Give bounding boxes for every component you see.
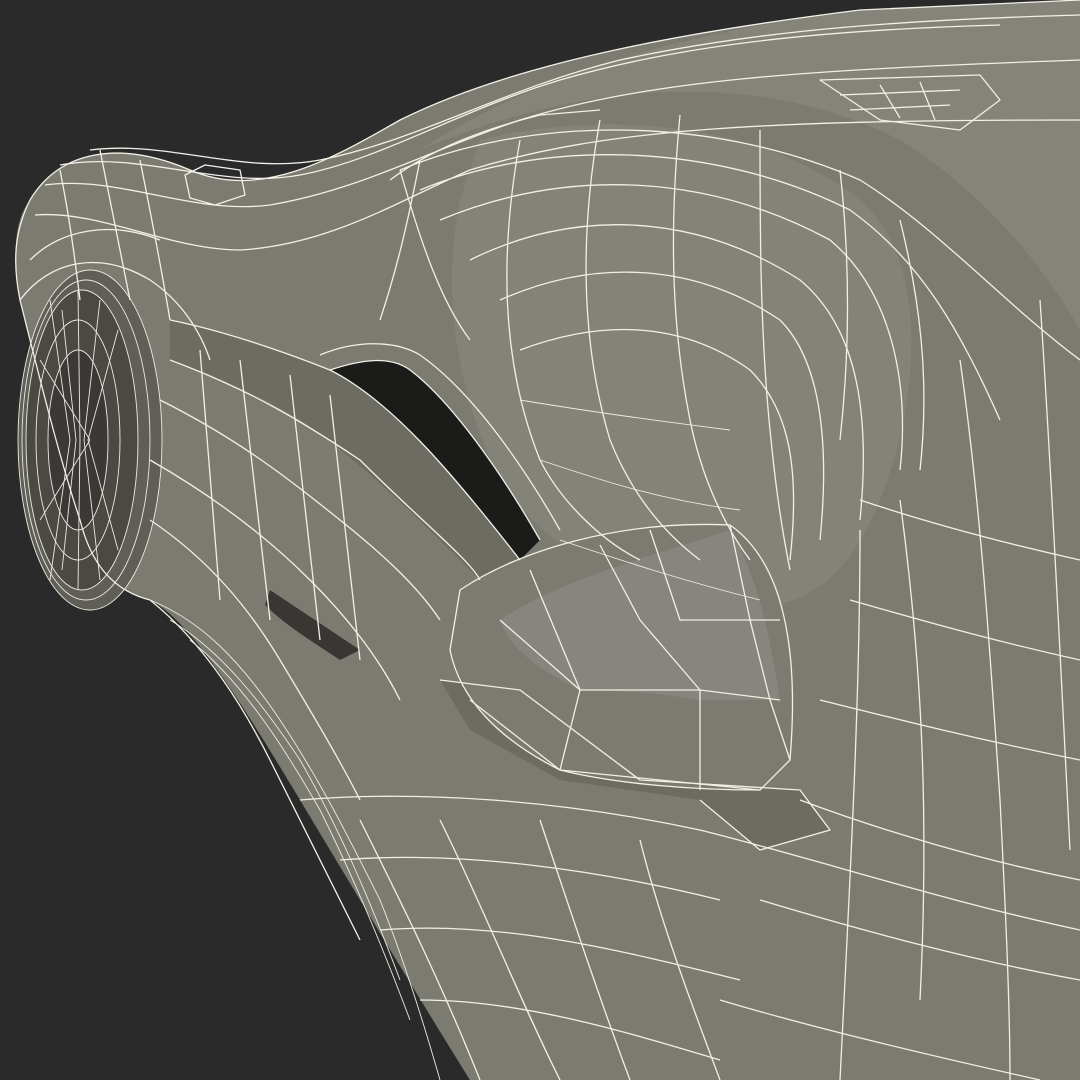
rear-wheel [17,269,163,611]
car-wireframe-render [0,0,1080,1080]
